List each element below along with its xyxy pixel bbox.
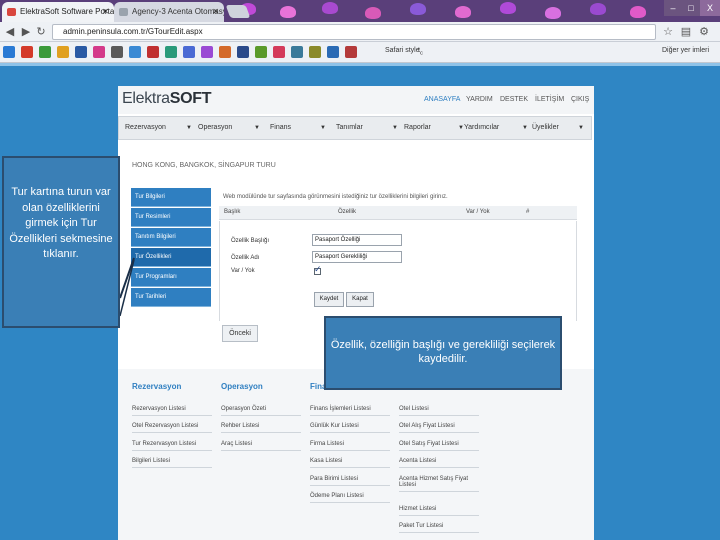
callout-right: Özellik, özelliğin başlığı ve gerekliliğ… xyxy=(324,316,562,390)
callout-left: Tur kartına turun var olan özelliklerini… xyxy=(2,156,120,328)
